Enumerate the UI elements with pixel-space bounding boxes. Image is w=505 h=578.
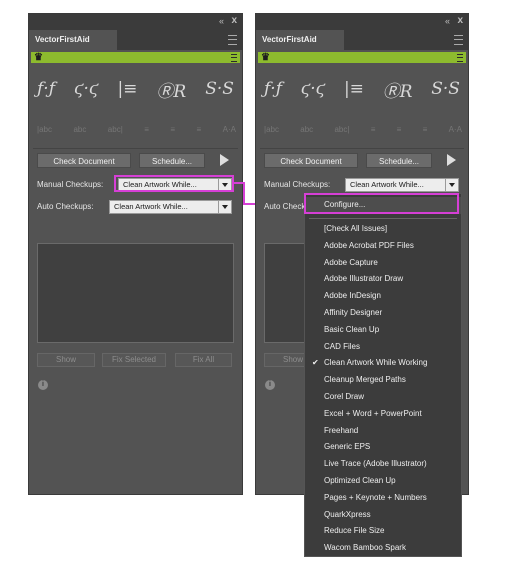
crown-logo-icon: ♛ (34, 52, 43, 63)
menu-item[interactable]: Wacom Bamboo Spark (305, 540, 461, 557)
dropdown-arrow-icon[interactable] (218, 201, 231, 213)
menu-item[interactable]: Generic EPS (305, 439, 461, 456)
menu-item[interactable]: Freehand (305, 423, 461, 440)
divider (260, 148, 464, 149)
checkmark-icon: ✔ (312, 358, 319, 368)
panel-tab-row: VectorFirstAid (29, 30, 242, 50)
function-style-icon[interactable]: ƒ·ƒ (37, 79, 55, 99)
text-left-icon: |abc (264, 124, 279, 134)
play-icon[interactable] (447, 154, 456, 166)
menu-item[interactable]: Corel Draw (305, 389, 461, 406)
align-right-icon: ≡ (422, 124, 428, 134)
text-icon-row: |abc abc abc| ≡ ≡ ≡ A·A (264, 121, 462, 137)
font-size-icon: A·A (448, 124, 462, 134)
panel-left: « x VectorFirstAid ♛ ƒ·ƒ ϛ·ϛ |≡ ⓇR S·S |… (28, 13, 243, 495)
menu-item[interactable]: QuarkXpress (305, 507, 461, 524)
curve-style-icon[interactable]: ϛ·ϛ (301, 79, 325, 99)
manual-checkups-value: Clean Artwork While... (350, 180, 424, 189)
registered-style-icon[interactable]: ⓇR (383, 77, 413, 102)
menu-item[interactable]: Adobe Capture (305, 255, 461, 272)
info-icon[interactable]: i (265, 380, 275, 390)
fix-selected-button[interactable]: Fix Selected (102, 353, 166, 367)
panel-topbar: « x (29, 14, 242, 30)
text-left-icon: |abc (37, 124, 52, 134)
menu-item[interactable]: Excel + Word + PowerPoint (305, 406, 461, 423)
style-icon-row: ƒ·ƒ ϛ·ϛ |≡ ⓇR S·S (264, 76, 460, 102)
collapse-icon[interactable]: « (219, 16, 224, 26)
align-right-icon: ≡ (196, 124, 202, 134)
menu-item[interactable]: Adobe Acrobat PDF Files (305, 238, 461, 255)
align-left-icon: ≡ (144, 124, 149, 134)
brand-menu-icon[interactable] (457, 54, 463, 62)
manual-checkups-label: Manual Checkups: (264, 180, 331, 189)
menu-item[interactable]: Affinity Designer (305, 305, 461, 322)
schedule-button[interactable]: Schedule... (139, 153, 205, 168)
auto-checkups-value: Clean Artwork While... (114, 202, 188, 211)
align-left-icon: ≡ (370, 124, 376, 134)
panel-menu-icon[interactable] (228, 35, 237, 45)
check-document-button[interactable]: Check Document (264, 153, 358, 168)
panel-menu-icon[interactable] (454, 35, 463, 45)
divider (33, 148, 238, 149)
collapse-icon[interactable]: « (445, 16, 450, 26)
play-icon[interactable] (220, 154, 229, 166)
close-icon[interactable]: x (231, 15, 237, 26)
auto-checkups-label: Auto Checkups: (37, 202, 94, 211)
text-center-icon: abc (73, 124, 87, 134)
align-center-icon: ≡ (396, 124, 402, 134)
crown-logo-icon: ♛ (261, 52, 270, 63)
panel-topbar: « x (256, 14, 468, 30)
style-icon-row: ƒ·ƒ ϛ·ϛ |≡ ⓇR S·S (37, 76, 234, 102)
paragraph-style-icon[interactable]: |≡ (344, 79, 364, 99)
ss-style-icon[interactable]: S·S (205, 79, 234, 99)
info-icon[interactable]: i (38, 380, 48, 390)
panel-tab[interactable]: VectorFirstAid (256, 30, 344, 50)
font-size-icon: A·A (222, 124, 236, 134)
highlight-manual-select (114, 175, 234, 192)
schedule-button[interactable]: Schedule... (366, 153, 432, 168)
menu-item[interactable]: Basic Clean Up (305, 322, 461, 339)
dropdown-arrow-icon[interactable] (445, 179, 458, 191)
menu-item[interactable]: Optimized Clean Up (305, 473, 461, 490)
text-right-icon: abc| (107, 124, 123, 134)
highlight-configure (304, 193, 459, 214)
menu-item-label: Clean Artwork While Working (324, 358, 428, 368)
manual-checkups-select[interactable]: Clean Artwork While... (345, 178, 459, 192)
panel-tab-row: VectorFirstAid (256, 30, 468, 50)
menu-item[interactable]: Live Trace (Adobe Illustrator) (305, 456, 461, 473)
manual-checkups-label: Manual Checkups: (37, 180, 104, 189)
menu-divider (309, 218, 457, 219)
auto-checkups-select[interactable]: Clean Artwork While... (109, 200, 232, 214)
menu-item[interactable]: Cleanup Merged Paths (305, 372, 461, 389)
menu-item[interactable]: Adobe InDesign (305, 288, 461, 305)
fix-all-button[interactable]: Fix All (175, 353, 232, 367)
align-center-icon: ≡ (170, 124, 176, 134)
show-button[interactable]: Show (37, 353, 95, 367)
text-center-icon: abc (300, 124, 314, 134)
brand-bar: ♛ (258, 52, 466, 63)
check-document-button[interactable]: Check Document (37, 153, 131, 168)
close-icon[interactable]: x (457, 15, 463, 26)
menu-item[interactable]: [Check All Issues] (305, 221, 461, 238)
ss-style-icon[interactable]: S·S (431, 79, 460, 99)
menu-item[interactable]: Pages + Keynote + Numbers (305, 490, 461, 507)
function-style-icon[interactable]: ƒ·ƒ (264, 79, 282, 99)
results-list[interactable] (37, 243, 234, 343)
brand-bar: ♛ (31, 52, 240, 63)
menu-item-checked[interactable]: ✔ Clean Artwork While Working (305, 355, 461, 372)
text-right-icon: abc| (334, 124, 350, 134)
menu-item[interactable]: Reduce File Size (305, 523, 461, 540)
menu-item[interactable]: Adobe Illustrator Draw (305, 271, 461, 288)
menu-item[interactable]: CAD Files (305, 339, 461, 356)
curve-style-icon[interactable]: ϛ·ϛ (74, 79, 98, 99)
panel-tab[interactable]: VectorFirstAid (29, 30, 117, 50)
manual-checkups-dropdown-menu: Configure... [Check All Issues] Adobe Ac… (304, 193, 462, 557)
paragraph-style-icon[interactable]: |≡ (117, 79, 137, 99)
text-icon-row: |abc abc abc| ≡ ≡ ≡ A·A (37, 121, 236, 137)
registered-style-icon[interactable]: ⓇR (156, 77, 186, 102)
brand-menu-icon[interactable] (231, 54, 237, 62)
